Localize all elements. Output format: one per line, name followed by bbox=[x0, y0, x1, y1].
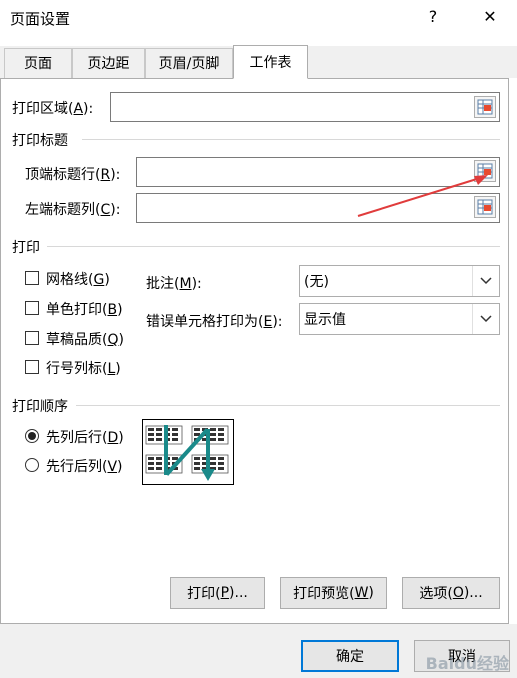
row-col-headings-label: 行号列标(L) bbox=[46, 361, 121, 377]
page-order-heading: 打印顺序 bbox=[12, 399, 68, 415]
tab-sheet[interactable]: 工作表 bbox=[233, 45, 308, 79]
print-area-label: 打印区域(A): bbox=[12, 101, 94, 117]
close-button[interactable]: ✕ bbox=[475, 4, 505, 30]
chevron-down-icon bbox=[472, 304, 499, 334]
radio-selected-dot bbox=[28, 432, 36, 440]
cell-errors-label: 错误单元格打印为(E): bbox=[146, 314, 283, 330]
dialog-title: 页面设置 bbox=[10, 10, 71, 28]
tab-header-footer[interactable]: 页眉/页脚 bbox=[145, 48, 233, 78]
print-button[interactable]: 打印(P)... bbox=[170, 577, 265, 609]
page-order-preview-image bbox=[142, 419, 234, 485]
print-preview-button[interactable]: 打印预览(W) bbox=[280, 577, 387, 609]
cell-errors-select[interactable]: 显示值 bbox=[299, 303, 500, 335]
ok-button[interactable]: 确定 bbox=[301, 640, 399, 672]
help-button[interactable]: ? bbox=[418, 4, 448, 30]
range-select-icon bbox=[477, 99, 493, 115]
tab-page[interactable]: 页面 bbox=[4, 48, 72, 78]
close-icon: ✕ bbox=[483, 7, 497, 26]
tab-margins[interactable]: 页边距 bbox=[72, 48, 145, 78]
rows-to-repeat-label: 顶端标题行(R): bbox=[25, 167, 121, 183]
row-col-headings-checkbox[interactable] bbox=[25, 360, 39, 374]
divider bbox=[76, 405, 500, 406]
black-and-white-label: 单色打印(B) bbox=[46, 302, 123, 318]
over-then-down-label: 先行后列(V) bbox=[46, 459, 123, 475]
annotation-arrow bbox=[357, 175, 488, 217]
options-button[interactable]: 选项(O)... bbox=[402, 577, 500, 609]
chevron-down-icon bbox=[472, 266, 499, 296]
down-then-over-label: 先列后行(D) bbox=[46, 430, 124, 446]
watermark-logo: Baidu经验 bbox=[425, 654, 509, 673]
down-then-over-radio[interactable] bbox=[25, 429, 39, 443]
draft-quality-label: 草稿品质(Q) bbox=[46, 332, 124, 348]
print-area-field[interactable] bbox=[110, 92, 500, 122]
draft-quality-checkbox[interactable] bbox=[25, 331, 39, 345]
columns-to-repeat-label: 左端标题列(C): bbox=[25, 202, 121, 218]
divider bbox=[47, 246, 500, 247]
divider bbox=[82, 139, 500, 140]
black-and-white-checkbox[interactable] bbox=[25, 301, 39, 315]
print-heading: 打印 bbox=[12, 240, 40, 256]
gridlines-checkbox[interactable] bbox=[25, 271, 39, 285]
gridlines-label: 网格线(G) bbox=[46, 272, 110, 288]
print-titles-heading: 打印标题 bbox=[12, 133, 68, 149]
comments-label: 批注(M): bbox=[146, 276, 202, 292]
comments-select[interactable]: (无) bbox=[299, 265, 500, 297]
over-then-down-radio[interactable] bbox=[25, 458, 39, 472]
print-area-collapse-button[interactable] bbox=[474, 96, 496, 118]
